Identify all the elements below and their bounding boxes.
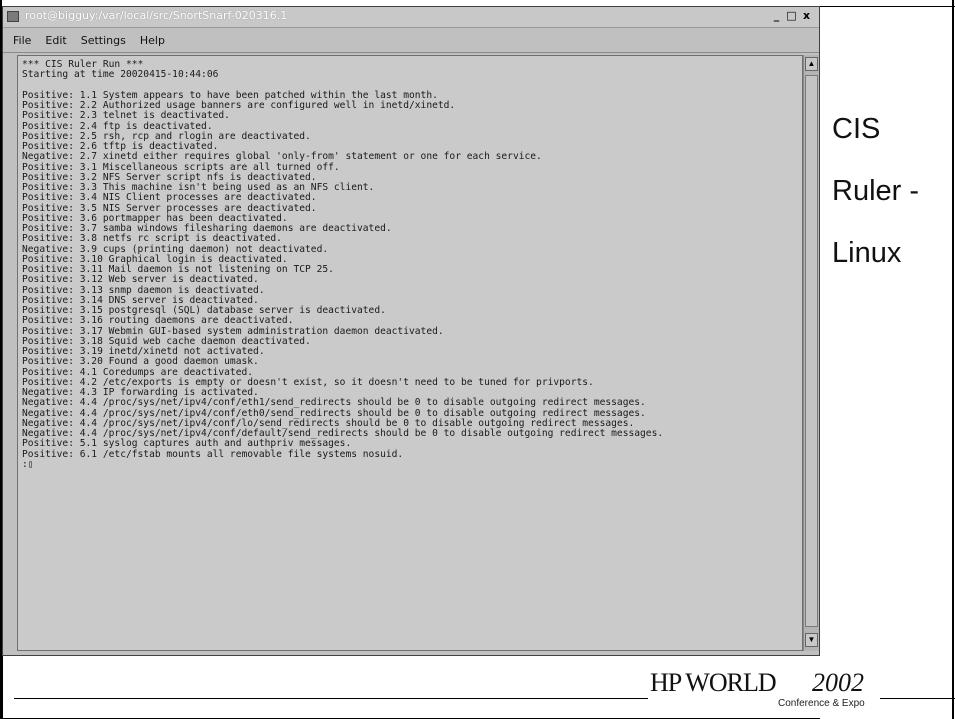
slide-border-right [952,0,954,719]
terminal-line: Positive: 3.12 Web server is deactivated… [22,274,259,286]
terminal-window: root@bigguy:/var/local/src/SnortSnarf-02… [2,6,820,656]
hp-world-logo: HP WORLD 2002 Conference & Expo [650,660,880,716]
terminal-line: Positive: 6.1 /etc/fstab mounts all remo… [22,448,404,460]
terminal-line: Positive: 3.8 netfs rc script is deactiv… [22,233,282,245]
terminal-line: Negative: 4.4 /proc/sys/net/ipv4/conf/et… [22,397,646,409]
window-controls: _ □ x [770,9,813,22]
window-titlebar[interactable]: root@bigguy:/var/local/src/SnortSnarf-02… [3,7,819,28]
scroll-up-arrow[interactable]: ▲ [805,57,818,71]
terminal-app-icon[interactable] [7,11,19,22]
window-title: root@bigguy:/var/local/src/SnortSnarf-02… [25,9,288,22]
terminal-line: Positive: 3.20 Found a good daemon umask… [22,356,259,368]
terminal-text: *** CIS Ruler Run *** Starting at time 20… [22,59,798,470]
slide-title-line-3: Linux [832,237,902,269]
terminal-line: :▯ [22,458,34,470]
terminal-line: Positive: 3.4 NIS Client processes are d… [22,192,317,204]
scroll-down-arrow[interactable]: ▼ [805,633,818,647]
slide-title-line-1: CIS [832,113,881,145]
menu-edit[interactable]: Edit [45,34,66,47]
terminal-line: Starting at time 20020415-10:44:06 [22,69,219,81]
terminal-line: Positive: 5.1 syslog captures auth and a… [22,438,352,450]
close-button[interactable]: x [800,9,813,22]
scroll-thumb[interactable] [805,75,818,627]
top-rule [820,6,955,7]
vertical-scrollbar[interactable]: ▲ ▼ [803,55,819,651]
terminal-output[interactable]: *** CIS Ruler Run *** Starting at time 20… [17,55,803,651]
logo-brand: HP WORLD [650,668,777,697]
footer-rule-right [880,698,955,699]
slide-title-line-2: Ruler - [832,175,920,207]
menu-settings[interactable]: Settings [81,34,126,47]
footer-rule-left [14,698,648,699]
terminal-line: Positive: 2.3 telnet is deactivated. [22,110,230,122]
terminal-line: Negative: 2.7 xinetd either requires glo… [22,151,542,163]
terminal-line: Positive: 3.16 routing daemons are deact… [22,315,294,327]
minimize-button[interactable]: _ [770,9,783,22]
logo-year: 2002 [812,668,864,697]
logo-subtitle: Conference & Expo [778,698,865,709]
menu-bar: File Edit Settings Help [3,28,819,53]
menu-help[interactable]: Help [140,34,165,47]
menu-file[interactable]: File [13,34,31,47]
maximize-button[interactable]: □ [785,9,798,22]
